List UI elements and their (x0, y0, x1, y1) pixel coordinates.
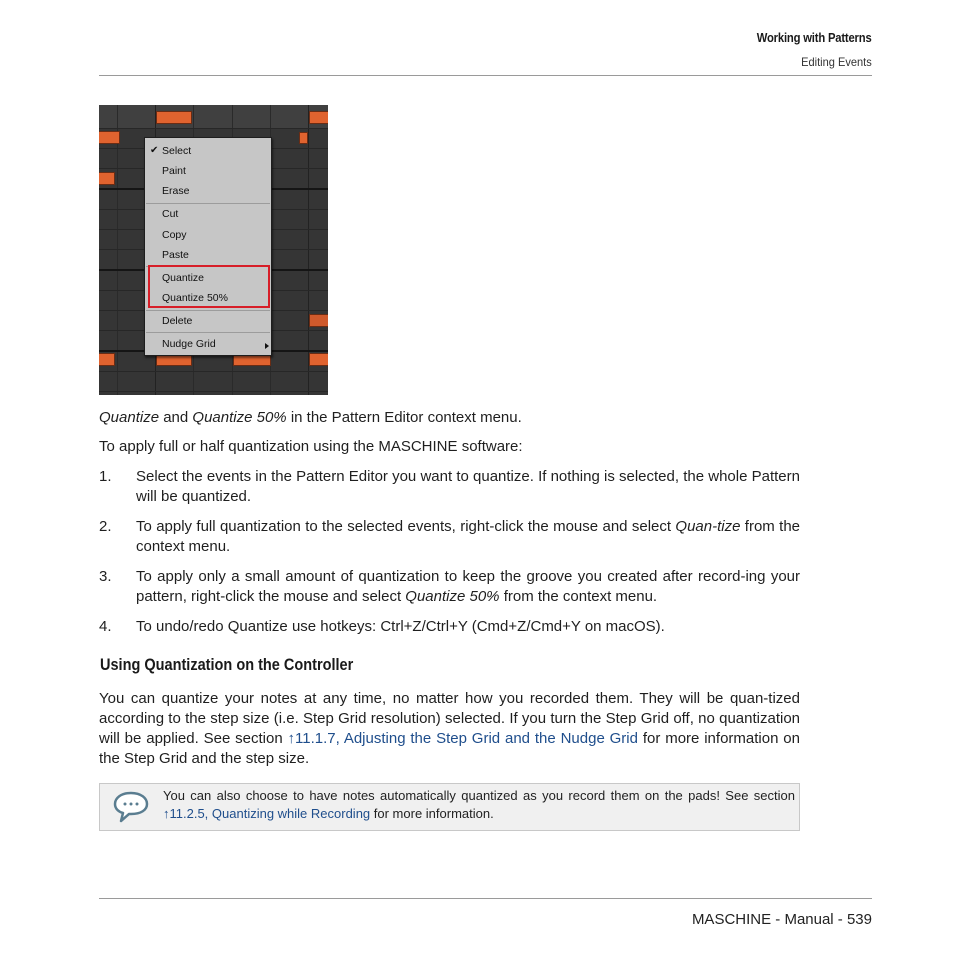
step-text-part: from the context menu. (499, 588, 658, 605)
menu-item-paste[interactable]: Paste (162, 249, 189, 261)
caption-em: Quantize (99, 409, 160, 426)
caption-em: Quantize 50% (192, 409, 287, 426)
caption-text: and (159, 409, 193, 426)
menu-item-delete[interactable]: Delete (162, 315, 192, 327)
grid-header-row (99, 105, 328, 128)
speech-bubble-icon (112, 790, 150, 829)
grid-line (99, 128, 328, 129)
note-event[interactable] (299, 132, 308, 144)
menu-separator (146, 332, 270, 333)
checkmark-icon: ✔ (150, 145, 159, 156)
note-event[interactable] (99, 353, 115, 366)
step-text: To apply only a small amount of quantiza… (136, 567, 800, 607)
step-text-part: To apply full quantization to the select… (136, 518, 676, 535)
cross-reference-link[interactable]: ↑11.1.7, Adjusting the Step Grid and the… (288, 730, 638, 747)
note-event[interactable] (309, 353, 328, 366)
step-number: 1. (99, 468, 112, 485)
section-title: Editing Events (801, 55, 872, 69)
note-text-part: for more information. (370, 806, 494, 821)
step-number: 2. (99, 518, 112, 535)
step-text: To undo/redo Quantize use hotkeys: Ctrl+… (136, 618, 665, 635)
menu-item-copy[interactable]: Copy (162, 229, 187, 241)
menu-item-nudge-grid[interactable]: Nudge Grid (162, 338, 216, 350)
note-event[interactable] (309, 111, 328, 124)
caption-text: in the Pattern Editor context menu. (286, 409, 522, 426)
header-divider (99, 75, 872, 76)
intro-text: To apply full or half quantization using… (99, 438, 523, 455)
menu-item-select[interactable]: Select (162, 145, 191, 157)
menu-item-quantize[interactable]: Quantize (162, 272, 204, 284)
submenu-arrow-icon (265, 343, 269, 349)
note-event[interactable] (99, 131, 120, 144)
menu-item-quantize-50[interactable]: Quantize 50% (162, 292, 228, 304)
step-number: 3. (99, 568, 112, 585)
note-event[interactable] (309, 314, 328, 327)
step-text: Select the events in the Pattern Editor … (136, 468, 800, 505)
cross-reference-link[interactable]: ↑11.2.5, Quantizing while Recording (163, 806, 370, 821)
grid-line (99, 371, 328, 372)
step-number: 4. (99, 618, 112, 635)
menu-separator (146, 203, 270, 204)
grid-line (99, 391, 328, 392)
note-box: You can also choose to have notes automa… (99, 783, 800, 831)
menu-item-erase[interactable]: Erase (162, 185, 189, 197)
menu-item-paint[interactable]: Paint (162, 165, 186, 177)
menu-separator (146, 310, 270, 311)
step-text: To apply full quantization to the select… (136, 517, 800, 557)
context-menu: ✔ Select Paint Erase Cut Copy Paste Quan… (144, 137, 272, 356)
note-event[interactable] (156, 111, 192, 124)
note-text: You can also choose to have notes automa… (163, 787, 795, 823)
note-text-part: You can also choose to have notes automa… (163, 788, 795, 803)
figure-caption: Quantize and Quantize 50% in the Pattern… (99, 408, 522, 428)
pattern-editor-screenshot: ✔ Select Paint Erase Cut Copy Paste Quan… (99, 105, 328, 395)
page-footer: MASCHINE - Manual - 539 (691, 911, 872, 928)
step-text-em: Quan-tize (675, 518, 741, 535)
chapter-title: Working with Patterns (757, 31, 872, 45)
subsection-paragraph: You can quantize your notes at any time,… (99, 689, 800, 769)
subsection-heading: Using Quantization on the Controller (100, 656, 354, 674)
note-event[interactable] (99, 172, 115, 185)
step-text-em: Quantize 50% (405, 588, 500, 605)
footer-divider (99, 898, 872, 899)
menu-item-cut[interactable]: Cut (162, 208, 178, 220)
